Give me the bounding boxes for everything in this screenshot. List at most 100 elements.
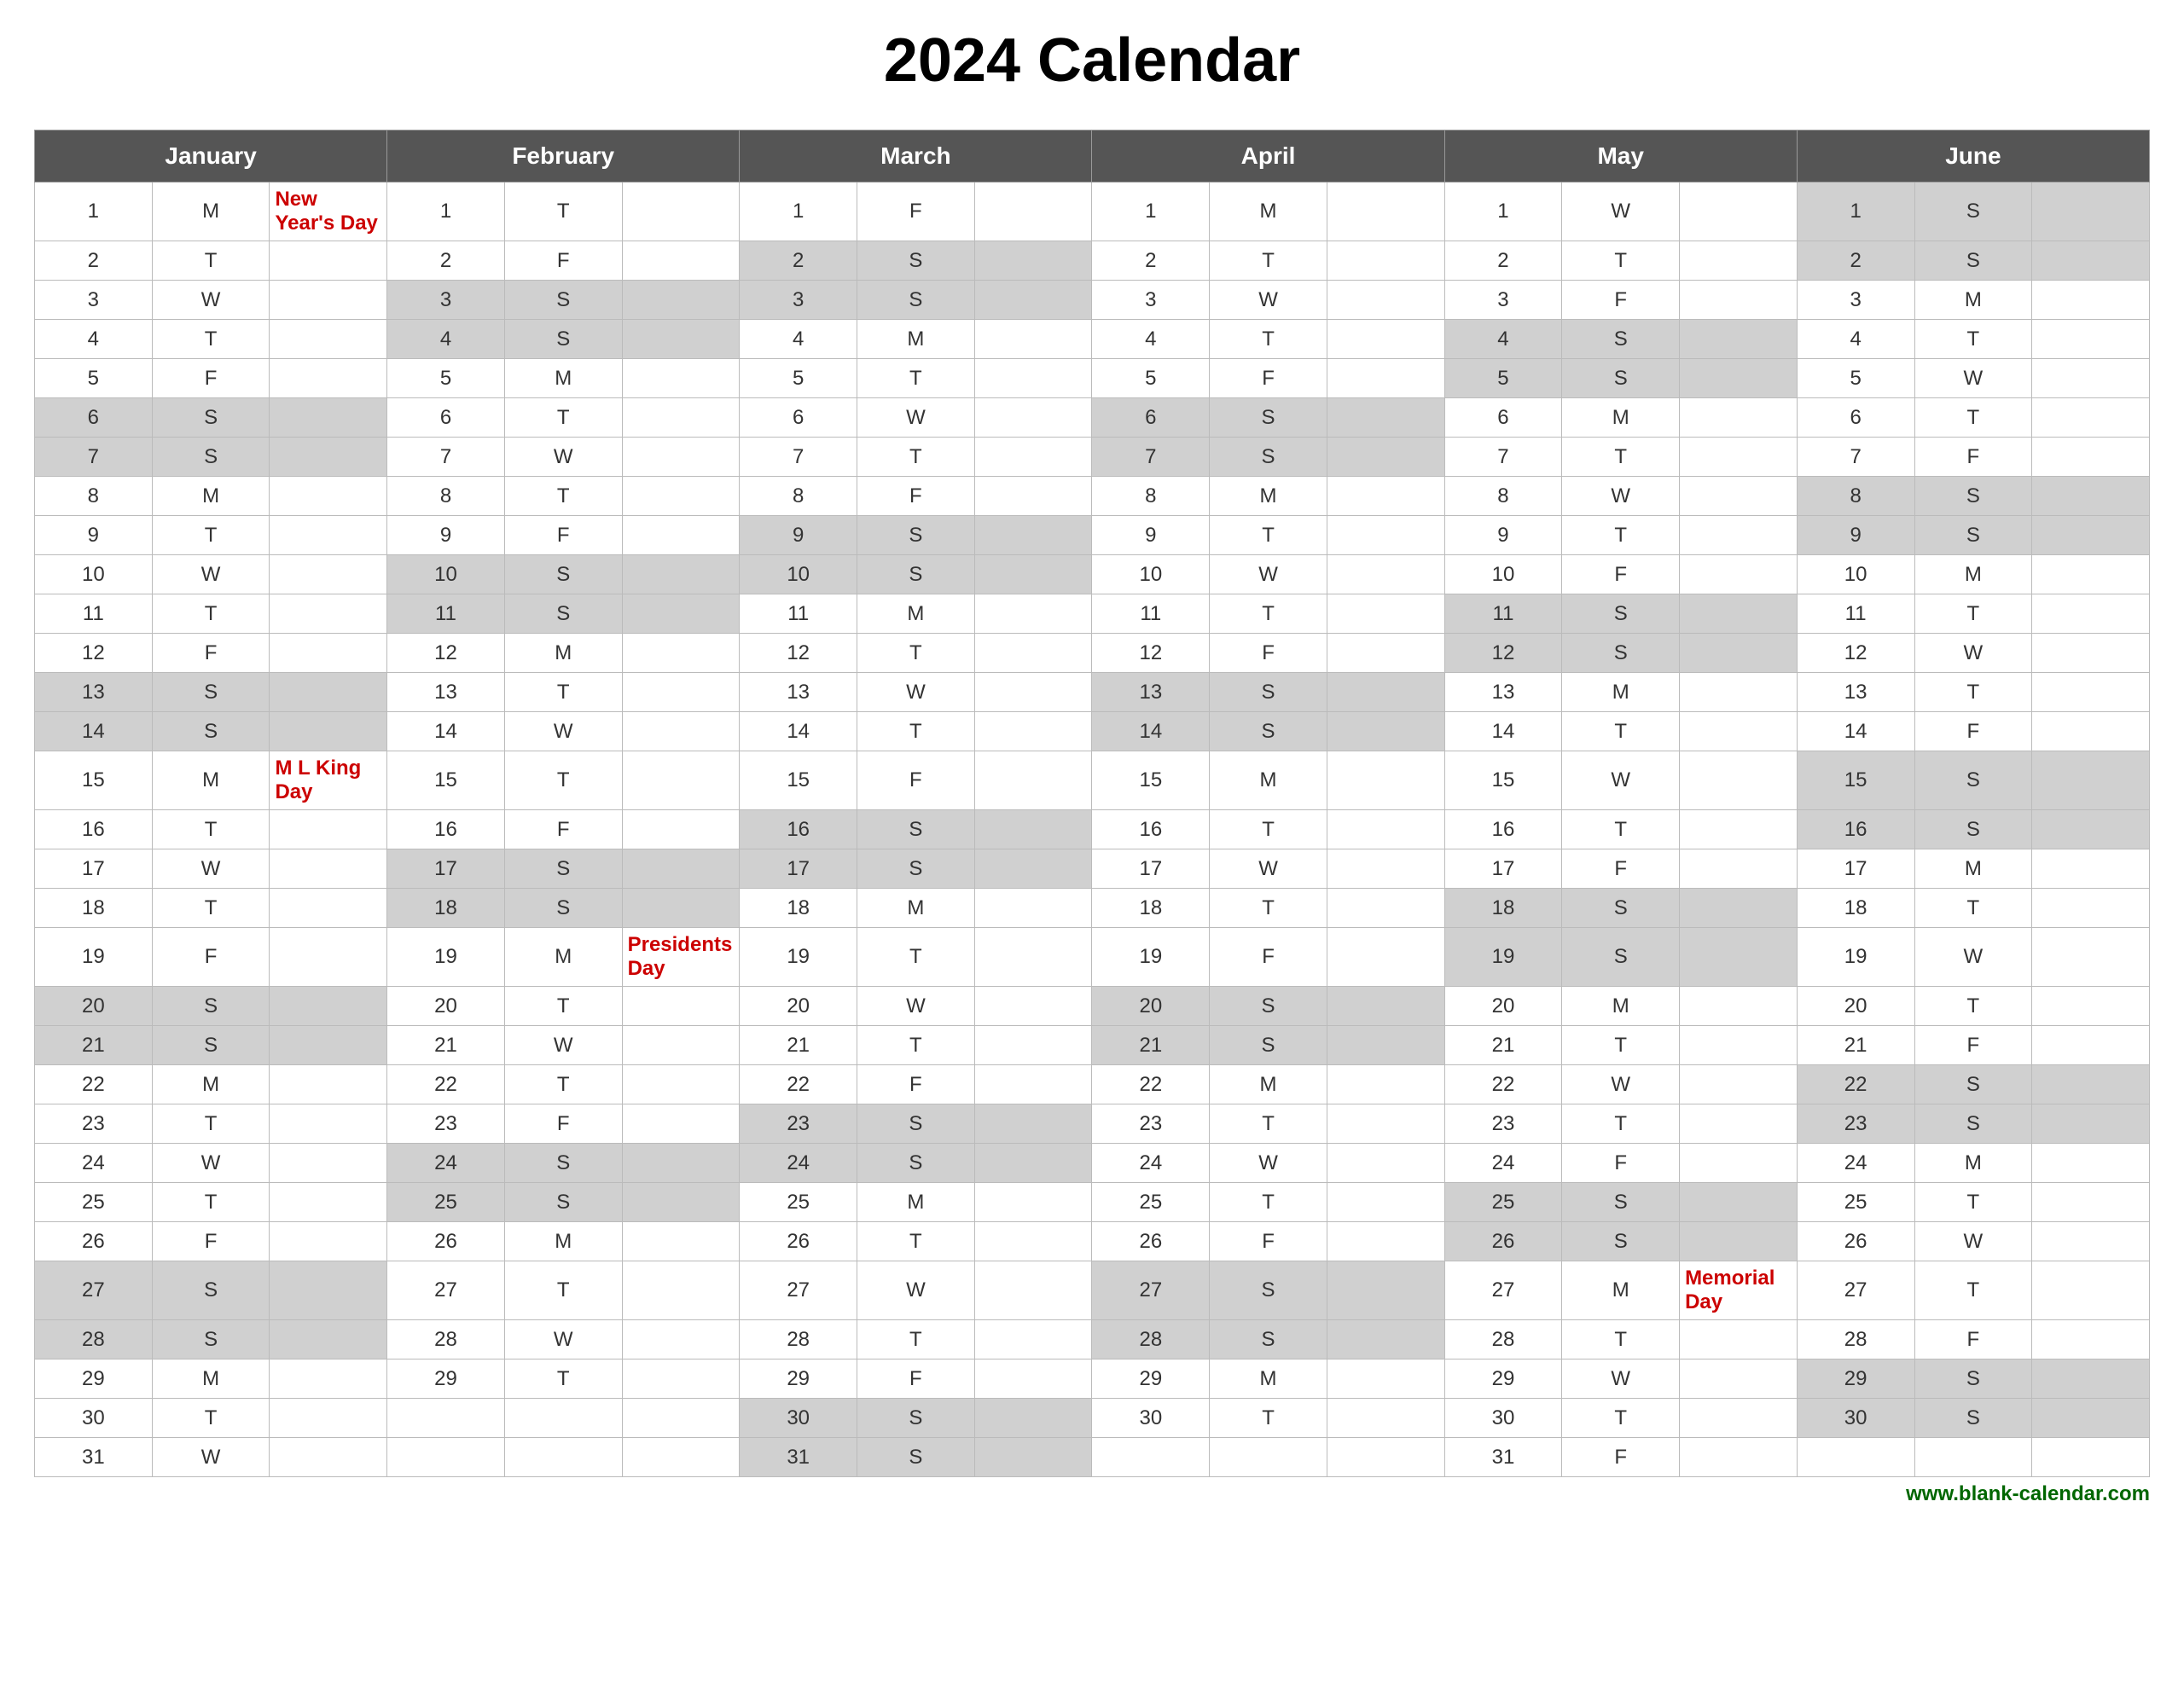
day-letter: S <box>152 438 270 477</box>
day-letter: T <box>1210 320 1327 359</box>
day-letter: S <box>152 1026 270 1065</box>
empty-day-num <box>387 1438 505 1477</box>
day-event <box>622 673 740 712</box>
day-number: 9 <box>1444 516 1562 555</box>
day-letter: W <box>504 1026 622 1065</box>
day-number: 21 <box>1797 1026 1914 1065</box>
empty-day-num <box>1092 1438 1210 1477</box>
day-number: 29 <box>740 1359 857 1399</box>
day-letter: M <box>857 1183 975 1222</box>
day-letter: S <box>504 320 622 359</box>
day-letter: F <box>152 634 270 673</box>
day-letter: F <box>857 477 975 516</box>
day-event <box>270 1399 387 1438</box>
day-letter: S <box>1914 1065 2032 1104</box>
day-number: 18 <box>35 889 153 928</box>
day-letter: S <box>152 1261 270 1320</box>
day-letter: W <box>1914 634 2032 673</box>
table-row: 14S14W14T14S14T14F <box>35 712 2150 751</box>
day-event <box>270 516 387 555</box>
day-number: 15 <box>1797 751 1914 810</box>
day-letter: F <box>152 359 270 398</box>
day-letter: W <box>1562 183 1680 241</box>
day-event <box>1327 241 1444 281</box>
day-number: 25 <box>1797 1183 1914 1222</box>
day-letter: T <box>152 516 270 555</box>
day-number: 29 <box>1092 1359 1210 1399</box>
day-event <box>1327 1104 1444 1144</box>
day-event <box>1680 1183 1798 1222</box>
day-number: 26 <box>35 1222 153 1261</box>
day-event <box>2032 555 2150 594</box>
day-event <box>1680 477 1798 516</box>
day-number: 14 <box>740 712 857 751</box>
day-event <box>1680 1026 1798 1065</box>
day-number: 15 <box>1092 751 1210 810</box>
day-letter: F <box>857 1065 975 1104</box>
day-number: 17 <box>35 849 153 889</box>
day-event <box>622 1065 740 1104</box>
day-letter: S <box>1562 359 1680 398</box>
day-letter: M <box>1562 1261 1680 1320</box>
day-number: 11 <box>1444 594 1562 634</box>
day-number: 5 <box>1092 359 1210 398</box>
day-number: 1 <box>1797 183 1914 241</box>
day-event <box>622 810 740 849</box>
day-letter: W <box>1562 477 1680 516</box>
day-event <box>1680 1438 1798 1477</box>
table-row: 15MM L King Day15T15F15M15W15S <box>35 751 2150 810</box>
empty-day-letter <box>504 1438 622 1477</box>
day-number: 3 <box>387 281 505 320</box>
day-letter: F <box>152 928 270 987</box>
day-event <box>270 1222 387 1261</box>
day-letter: T <box>1562 516 1680 555</box>
calendar-table: JanuaryFebruaryMarchAprilMayJune1MNew Ye… <box>34 130 2150 1477</box>
day-event <box>1680 673 1798 712</box>
day-number: 10 <box>740 555 857 594</box>
day-event <box>974 1026 1092 1065</box>
empty-day-event <box>622 1399 740 1438</box>
day-event <box>1680 751 1798 810</box>
day-event <box>974 928 1092 987</box>
day-number: 19 <box>1092 928 1210 987</box>
day-number: 25 <box>1444 1183 1562 1222</box>
day-event <box>622 1222 740 1261</box>
day-event <box>974 810 1092 849</box>
day-number: 30 <box>1444 1399 1562 1438</box>
day-event <box>270 438 387 477</box>
day-event <box>2032 849 2150 889</box>
day-number: 4 <box>740 320 857 359</box>
day-letter: M <box>1914 849 2032 889</box>
day-event <box>1680 928 1798 987</box>
day-event <box>2032 320 2150 359</box>
day-number: 30 <box>740 1399 857 1438</box>
day-letter: T <box>857 438 975 477</box>
day-event <box>1327 320 1444 359</box>
day-letter: T <box>1914 1183 2032 1222</box>
day-letter: W <box>1210 1144 1327 1183</box>
day-event <box>974 889 1092 928</box>
day-letter: S <box>1914 1104 2032 1144</box>
day-event <box>270 1261 387 1320</box>
day-letter: F <box>1562 849 1680 889</box>
day-letter: M <box>152 1359 270 1399</box>
day-number: 19 <box>1444 928 1562 987</box>
empty-day-event <box>622 1438 740 1477</box>
day-event <box>2032 634 2150 673</box>
day-number: 23 <box>740 1104 857 1144</box>
day-letter: S <box>857 810 975 849</box>
day-letter: F <box>1210 1222 1327 1261</box>
day-number: 7 <box>1444 438 1562 477</box>
day-event <box>270 849 387 889</box>
day-number: 6 <box>1797 398 1914 438</box>
day-letter: M <box>1562 987 1680 1026</box>
day-number: 15 <box>35 751 153 810</box>
day-number: 15 <box>387 751 505 810</box>
day-event <box>1327 1320 1444 1359</box>
day-number: 4 <box>35 320 153 359</box>
table-row: 23T23F23S23T23T23S <box>35 1104 2150 1144</box>
empty-day-event <box>2032 1438 2150 1477</box>
day-number: 20 <box>1444 987 1562 1026</box>
day-letter: M <box>1210 477 1327 516</box>
day-number: 23 <box>1444 1104 1562 1144</box>
